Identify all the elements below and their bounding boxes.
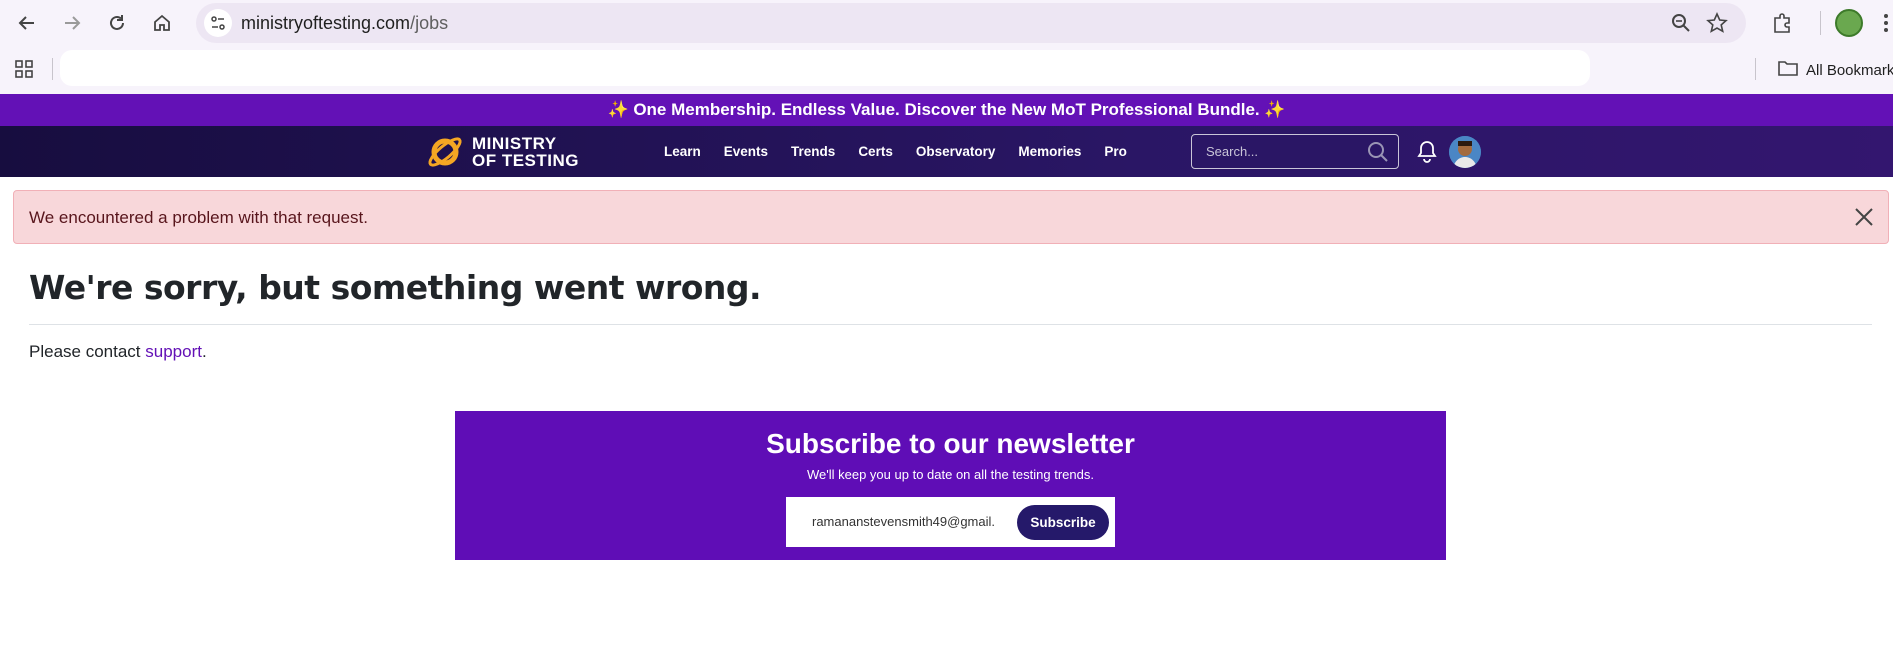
forward-arrow-icon[interactable] [60,11,84,35]
url-text: ministryoftesting.com/jobs [241,13,449,33]
planet-logo-icon [428,137,462,167]
bookmarks-divider [1755,58,1756,80]
apps-grid-icon[interactable] [12,57,36,81]
newsletter-title: Subscribe to our newsletter [766,428,1135,459]
folder-icon [1778,59,1798,81]
divider [29,324,1872,325]
logo-line2: OF TESTING [472,151,579,170]
nav-memories[interactable]: Memories [1018,144,1081,159]
back-arrow-icon[interactable] [15,11,39,35]
search-input[interactable]: Search... [1191,134,1399,169]
nav-certs[interactable]: Certs [858,144,893,159]
site-settings-icon[interactable] [204,9,232,37]
contact-text: Please contact support. [29,342,207,362]
promo-banner[interactable]: ✨ One Membership. Endless Value. Discove… [0,94,1893,126]
reload-icon[interactable] [105,11,129,35]
extensions-icon[interactable] [1770,11,1794,35]
logo-line1: MINISTRY [472,134,557,153]
main-nav: Learn Events Trends Certs Observatory Me… [664,126,1150,177]
email-field[interactable]: ramananstevensmith49@gmail. [812,514,1002,529]
close-icon[interactable] [1852,205,1876,229]
toolbar-divider [1820,11,1821,35]
nav-events[interactable]: Events [724,144,768,159]
address-bar[interactable]: ministryoftesting.com/jobs [196,3,1746,43]
zoom-icon[interactable] [1670,12,1692,39]
all-bookmarks-button[interactable]: All Bookmark [1778,58,1893,82]
alert-message: We encountered a problem with that reque… [29,208,368,227]
bookmarks-divider [52,58,53,80]
menu-dots-icon[interactable] [1884,14,1888,32]
error-alert: We encountered a problem with that reque… [13,190,1889,244]
all-bookmarks-label: All Bookmark [1806,61,1893,79]
support-link[interactable]: support [145,342,202,361]
newsletter-form: ramananstevensmith49@gmail. Subscribe [786,497,1115,547]
nav-observatory[interactable]: Observatory [916,144,996,159]
bookmark-star-icon[interactable] [1706,12,1728,39]
notification-bell-icon[interactable] [1416,139,1438,168]
search-placeholder: Search... [1206,144,1259,159]
profile-avatar[interactable] [1835,9,1863,37]
site-logo[interactable]: MINISTRY OF TESTING [424,130,579,174]
page-title: We're sorry, but something went wrong. [29,268,762,307]
nav-pro[interactable]: Pro [1104,144,1127,159]
promo-text[interactable]: ✨ One Membership. Endless Value. Discove… [607,100,1285,120]
contact-suffix: . [201,342,207,361]
site-header: MINISTRY OF TESTING Learn Events Trends … [0,126,1893,177]
nav-trends[interactable]: Trends [791,144,835,159]
contact-prefix: Please contact [29,342,146,361]
search-icon[interactable] [1366,140,1390,169]
bookmarks-region [60,50,1590,86]
user-avatar[interactable] [1449,136,1481,168]
nav-learn[interactable]: Learn [664,144,701,159]
newsletter-subtitle: We'll keep you up to date on all the tes… [807,467,1094,482]
home-icon[interactable] [150,11,174,35]
subscribe-button[interactable]: Subscribe [1017,505,1109,540]
newsletter-section: Subscribe to our newsletter We'll keep y… [455,411,1446,560]
